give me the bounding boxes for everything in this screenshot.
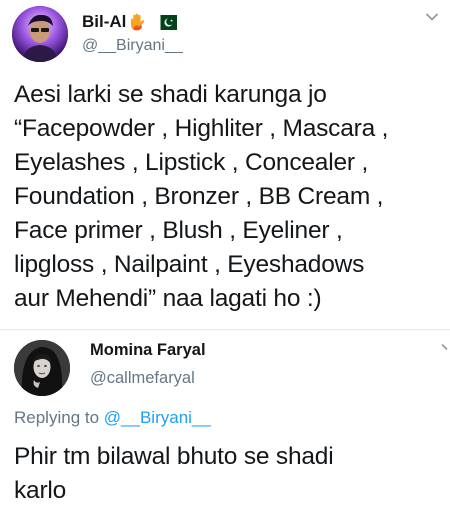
- replying-to-label: Replying to: [14, 408, 100, 427]
- chevron-down-icon[interactable]: [441, 342, 450, 352]
- replying-to-handle-link[interactable]: @__Biryani__: [104, 408, 211, 427]
- pakistan-flag-icon: [155, 14, 178, 30]
- divider: [0, 329, 450, 330]
- author-name-row: Bil-Al: [82, 10, 178, 34]
- avatar-portrait-icon: [12, 6, 68, 62]
- author-avatar[interactable]: [12, 6, 68, 62]
- reply-author-avatar[interactable]: [14, 340, 70, 396]
- reply-author-name[interactable]: Momina Faryal: [90, 341, 206, 360]
- replying-to: Replying to @__Biryani__: [14, 408, 211, 428]
- author-handle[interactable]: @__Biryani__: [82, 37, 183, 55]
- reply-author-handle[interactable]: @callmefaryal: [90, 369, 195, 388]
- raised-hand-fire-icon: [131, 13, 145, 31]
- avatar-portrait-icon: [14, 340, 70, 396]
- chevron-down-icon[interactable]: [425, 12, 439, 22]
- reply-text: Phir tm bilawal bhuto se shadi karlo: [14, 443, 334, 504]
- author-name[interactable]: Bil-Al: [82, 12, 126, 32]
- tweet-text: Aesi larki se shadi karunga jo “Facepowd…: [14, 81, 389, 312]
